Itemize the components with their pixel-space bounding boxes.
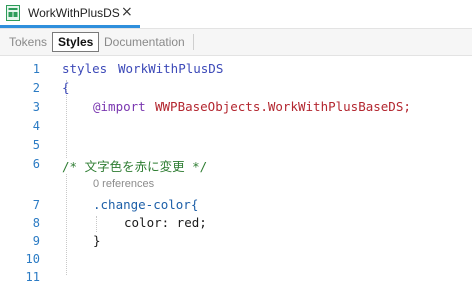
line-number: 5 bbox=[32, 138, 40, 152]
line-number: 7 bbox=[32, 198, 40, 212]
indent-guide bbox=[66, 174, 68, 275]
line-number: 4 bbox=[32, 119, 40, 133]
code-import-directive: @import bbox=[93, 99, 146, 114]
close-icon[interactable]: × bbox=[121, 4, 133, 20]
line-number: 8 bbox=[32, 216, 40, 230]
codelens-references[interactable]: 0 references bbox=[93, 178, 154, 190]
line-number: 1 bbox=[32, 62, 40, 76]
subtab-tokens[interactable]: Tokens bbox=[9, 35, 47, 49]
code-keyword-styles: styles bbox=[62, 61, 108, 76]
line-number: 3 bbox=[32, 100, 40, 114]
subtab-divider bbox=[193, 34, 194, 50]
subtab-bar: Tokens Styles Documentation bbox=[0, 29, 472, 56]
code-declaration: color: red; bbox=[124, 215, 207, 230]
line-number: 9 bbox=[32, 234, 40, 248]
subtab-styles[interactable]: Styles bbox=[52, 32, 100, 52]
tab-title: WorkWithPlusDS bbox=[28, 6, 120, 20]
line-number: 11 bbox=[25, 270, 40, 284]
subtab-documentation[interactable]: Documentation bbox=[104, 35, 185, 49]
indent-guide bbox=[96, 216, 98, 232]
design-system-file-icon bbox=[6, 5, 20, 21]
code-import-target: WWPBaseObjects.WorkWithPlusBaseDS; bbox=[155, 99, 411, 114]
code-close-brace: } bbox=[93, 233, 101, 248]
code-editor[interactable]: 1 2 3 4 5 6 7 8 9 10 11 styles WorkWithP… bbox=[0, 56, 472, 284]
code-comment: /* 文字色を赤に変更 */ bbox=[62, 159, 208, 174]
code-selector: .change-color{ bbox=[93, 197, 199, 212]
tab-workwithplusds[interactable]: WorkWithPlusDS × bbox=[0, 0, 140, 28]
code-design-system-name: WorkWithPlusDS bbox=[118, 61, 224, 76]
line-number: 6 bbox=[32, 157, 40, 171]
code-open-brace: { bbox=[62, 80, 70, 95]
line-number: 10 bbox=[25, 252, 40, 266]
editor-tab-bar: WorkWithPlusDS × bbox=[0, 0, 472, 29]
line-number: 2 bbox=[32, 81, 40, 95]
